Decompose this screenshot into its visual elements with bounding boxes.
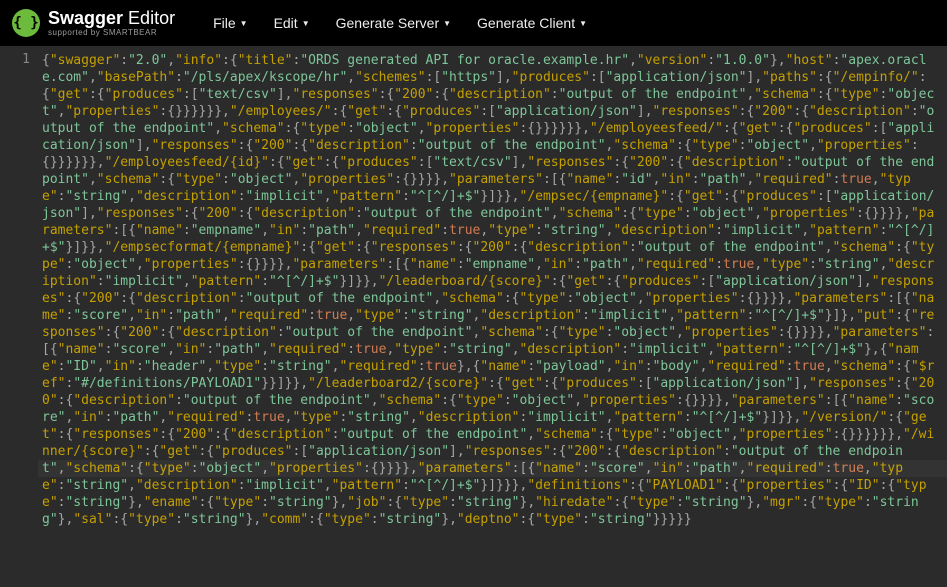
menu-file[interactable]: File▼ bbox=[213, 15, 247, 31]
chevron-down-icon: ▼ bbox=[240, 19, 248, 28]
menu-generate-server[interactable]: Generate Server▼ bbox=[336, 15, 451, 31]
chevron-down-icon: ▼ bbox=[302, 19, 310, 28]
editor-area: 1 {"swagger":"2.0","info":{"title":"ORDS… bbox=[0, 46, 947, 587]
menu-generate-client[interactable]: Generate Client▼ bbox=[477, 15, 587, 31]
brand-title: Swagger Editor bbox=[48, 9, 175, 27]
swagger-logo-icon: { } bbox=[12, 9, 40, 37]
topbar: { } Swagger Editor supported by SMARTBEA… bbox=[0, 0, 947, 46]
chevron-down-icon: ▼ bbox=[579, 19, 587, 28]
chevron-down-icon: ▼ bbox=[443, 19, 451, 28]
line-gutter: 1 bbox=[0, 46, 38, 587]
brand: { } Swagger Editor supported by SMARTBEA… bbox=[12, 9, 175, 37]
menu-bar: File▼ Edit▼ Generate Server▼ Generate Cl… bbox=[213, 15, 587, 31]
brand-subtitle: supported by SMARTBEAR bbox=[48, 29, 175, 37]
brand-text: Swagger Editor supported by SMARTBEAR bbox=[48, 9, 175, 37]
menu-edit[interactable]: Edit▼ bbox=[274, 15, 310, 31]
line-number: 1 bbox=[0, 52, 30, 67]
code-editor[interactable]: {"swagger":"2.0","info":{"title":"ORDS g… bbox=[38, 46, 947, 587]
